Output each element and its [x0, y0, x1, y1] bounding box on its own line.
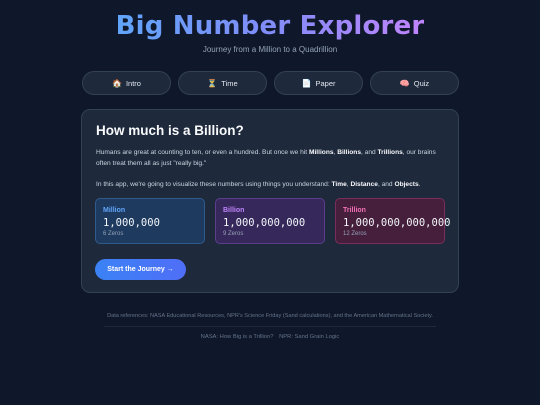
billion-box: Billion 1,000,000,000 9 Zeros — [215, 198, 325, 244]
app-purpose-paragraph: In this app, we're going to visualize th… — [96, 180, 448, 191]
bold-trillion: Trillions — [377, 149, 403, 156]
bold-billion: Billions — [337, 149, 361, 156]
text-span: Humans are great at counting to ten, or … — [96, 149, 309, 156]
footer: Data references: NASA Educational Resour… — [0, 313, 540, 340]
trillion-box: Trillion 1,000,000,000,000 12 Zeros — [335, 198, 451, 244]
npr-link[interactable]: NPR: Sand Grain Logic — [279, 334, 339, 340]
footer-divider — [104, 326, 436, 327]
bold-time: Time — [331, 181, 347, 188]
house-icon: 🏠 — [112, 78, 122, 88]
footer-links: NASA: How Big is a Trillion? NPR: Sand G… — [0, 334, 540, 340]
tab-intro[interactable]: 🏠 Intro — [82, 71, 171, 95]
box-number: 1,000,000,000,000 — [343, 217, 451, 229]
box-zeros: 6 Zeros — [103, 231, 124, 237]
intro-card: How much is a Billion? Humans are great … — [81, 109, 459, 293]
app-title: Big Number Explorer — [115, 11, 425, 41]
text-span: , and — [377, 181, 395, 188]
tab-paper[interactable]: 📄 Paper — [274, 71, 363, 95]
bold-million: Millions — [308, 149, 334, 156]
box-zeros: 9 Zeros — [223, 231, 244, 237]
tab-label: Paper — [315, 78, 336, 88]
nav-tabs: 🏠 Intro ⏳ Time 📄 Paper 🧠 Quiz — [82, 71, 459, 95]
data-references: Data references: NASA Educational Resour… — [107, 313, 433, 319]
bold-objects: Objects — [394, 181, 419, 188]
hourglass-icon: ⏳ — [207, 78, 218, 88]
page-icon: 📄 — [301, 78, 312, 88]
tab-label: Intro — [125, 78, 141, 88]
start-journey-button[interactable]: Start the Journey → — [95, 259, 186, 280]
box-number: 1,000,000 — [103, 217, 160, 229]
box-name: Billion — [223, 207, 245, 214]
box-number: 1,000,000,000 — [223, 217, 306, 229]
box-name: Trillion — [343, 207, 366, 214]
box-name: Million — [103, 207, 126, 214]
app-header: Big Number Explorer Journey from a Milli… — [0, 0, 540, 54]
brain-icon: 🧠 — [399, 78, 410, 88]
text-span: In this app, we're going to visualize th… — [96, 181, 332, 188]
box-zeros: 12 Zeros — [343, 231, 367, 237]
tab-quiz[interactable]: 🧠 Quiz — [370, 71, 459, 95]
bold-distance: Distance — [350, 181, 378, 188]
tab-label: Time — [221, 78, 238, 88]
million-box: Million 1,000,000 6 Zeros — [95, 198, 205, 244]
intro-paragraph: Humans are great at counting to ten, or … — [96, 148, 448, 169]
text-span: . — [418, 181, 421, 188]
text-span: , and — [361, 149, 378, 156]
number-boxes: Million 1,000,000 6 Zeros Billion 1,000,… — [95, 198, 451, 244]
card-title: How much is a Billion? — [96, 123, 244, 138]
app-subtitle: Journey from a Million to a Quadrillion — [202, 45, 338, 54]
tab-time[interactable]: ⏳ Time — [178, 71, 267, 95]
tab-label: Quiz — [413, 78, 430, 88]
nasa-link[interactable]: NASA: How Big is a Trillion? — [201, 334, 274, 340]
